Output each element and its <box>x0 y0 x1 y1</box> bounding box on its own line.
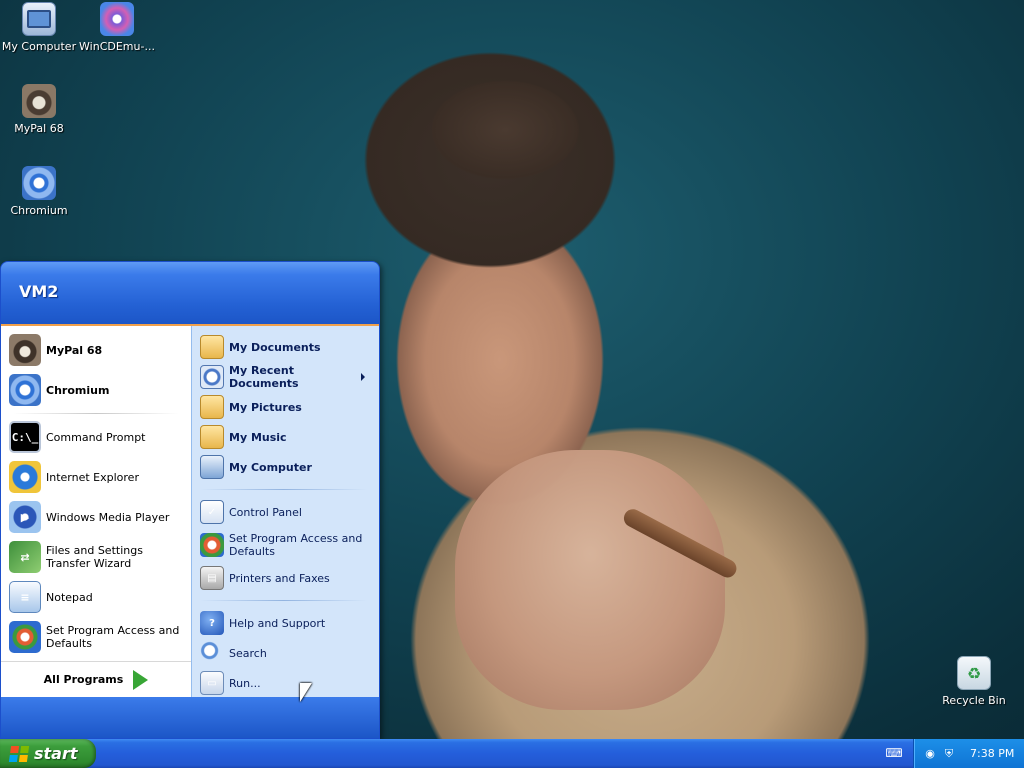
all-programs-button[interactable]: All Programs <box>1 661 191 697</box>
menu-item-label: Files and Settings Transfer Wizard <box>46 544 143 570</box>
start-menu-body: MyPal 68 Chromium C:\_ Command Prompt e … <box>1 326 379 697</box>
system-tray: ◉ ⛨ 7:38 PM <box>913 739 1024 768</box>
folder-documents-icon <box>200 335 224 359</box>
tool-search[interactable]: Search <box>192 638 379 668</box>
windows-logo-icon <box>8 745 30 762</box>
printer-icon: ▤ <box>200 566 224 590</box>
recent-item-program-access[interactable]: Set Program Access and Defaults <box>1 617 191 657</box>
recent-item-internet-explorer[interactable]: e Internet Explorer <box>1 457 191 497</box>
menu-item-label: My Pictures <box>229 400 302 414</box>
control-panel-icon: ✓ <box>200 500 224 524</box>
chromium-icon <box>22 166 56 200</box>
pinned-item-mypal[interactable]: MyPal 68 <box>1 330 191 370</box>
desktop-icon-label: MyPal 68 <box>14 122 64 135</box>
menu-item-label: Chromium <box>46 383 110 397</box>
setting-control-panel[interactable]: ✓ Control Panel <box>192 497 379 527</box>
menu-item-label: MyPal 68 <box>46 343 103 357</box>
start-menu-places: My Documents My Recent Documents My Pict… <box>191 326 379 697</box>
recent-documents-icon <box>200 365 224 389</box>
desktop-icon-recycle-bin[interactable]: Recycle Bin <box>935 656 1013 707</box>
menu-item-label: Windows Media Player <box>46 510 170 524</box>
green-arrow-icon <box>133 669 149 690</box>
place-my-documents[interactable]: My Documents <box>192 332 379 362</box>
desktop-icon-label: WinCDEmu-... <box>79 40 155 53</box>
recycle-bin-icon <box>957 656 991 690</box>
search-icon <box>200 641 224 665</box>
computer-icon <box>22 2 56 36</box>
folder-music-icon <box>200 425 224 449</box>
desktop-icon-my-computer[interactable]: My Computer <box>0 2 78 53</box>
tool-run[interactable]: ▭ Run... <box>192 668 379 698</box>
desktop-icon-chromium[interactable]: Chromium <box>0 166 78 217</box>
taskbar: start <box>0 739 1024 768</box>
chromium-icon <box>9 374 41 406</box>
menu-item-label: Internet Explorer <box>46 470 139 484</box>
raccoon-icon <box>22 84 56 118</box>
run-icon: ▭ <box>200 671 224 695</box>
place-my-recent-documents[interactable]: My Recent Documents <box>192 362 379 392</box>
place-my-pictures[interactable]: My Pictures <box>192 392 379 422</box>
menu-item-label: Command Prompt <box>46 430 146 444</box>
start-menu-header: VM2 <box>1 262 379 326</box>
mouse-cursor-icon <box>300 683 312 702</box>
clock[interactable]: 7:38 PM <box>970 747 1014 760</box>
program-access-icon <box>200 533 224 557</box>
network-icon[interactable]: ◉ <box>922 746 938 762</box>
menu-item-label: Search <box>229 646 267 660</box>
user-name: VM2 <box>19 282 59 301</box>
recent-item-command-prompt[interactable]: C:\_ Command Prompt <box>1 417 191 457</box>
raccoon-icon <box>9 334 41 366</box>
recent-item-notepad[interactable]: ≡ Notepad <box>1 577 191 617</box>
notepad-icon: ≡ <box>9 581 41 613</box>
help-icon: ? <box>200 611 224 635</box>
start-menu: VM2 MyPal 68 Chromium C:\_ Command Promp… <box>0 261 380 739</box>
recent-item-transfer-wizard[interactable]: ⇄ Files and Settings Transfer Wizard <box>1 537 191 577</box>
desktop-icon-label: Chromium <box>10 204 68 217</box>
start-button[interactable]: start <box>0 739 96 768</box>
all-programs-label: All Programs <box>43 673 124 686</box>
menu-item-label: My Documents <box>229 340 321 354</box>
menu-item-label: Printers and Faxes <box>229 571 330 585</box>
media-player-icon: ▶ <box>9 501 41 533</box>
setting-printers-faxes[interactable]: ▤ Printers and Faxes <box>192 563 379 593</box>
disc-icon <box>100 2 134 36</box>
internet-explorer-icon: e <box>9 461 41 493</box>
computer-icon <box>200 455 224 479</box>
start-menu-footer <box>1 697 379 738</box>
start-label: start <box>34 744 78 763</box>
menu-separator <box>13 413 179 414</box>
desktop-icon-label: My Computer <box>1 40 77 53</box>
place-my-computer[interactable]: My Computer <box>192 452 379 482</box>
place-my-music[interactable]: My Music <box>192 422 379 452</box>
pinned-item-chromium[interactable]: Chromium <box>1 370 191 410</box>
menu-separator <box>200 600 367 601</box>
menu-item-label: My Recent Documents <box>229 364 299 390</box>
desktop-icon-label: Recycle Bin <box>942 694 1006 707</box>
folder-pictures-icon <box>200 395 224 419</box>
start-menu-programs: MyPal 68 Chromium C:\_ Command Prompt e … <box>1 326 191 697</box>
menu-item-label: Control Panel <box>229 505 302 519</box>
menu-item-label: Set Program Access and Defaults <box>46 624 180 650</box>
menu-item-label: Run... <box>229 676 261 690</box>
security-icon[interactable]: ⛨ <box>941 746 957 762</box>
desktop-icon-wincdemu[interactable]: WinCDEmu-... <box>78 2 156 53</box>
recent-item-media-player[interactable]: ▶ Windows Media Player <box>1 497 191 537</box>
desktop-icon-mypal[interactable]: MyPal 68 <box>0 84 78 135</box>
setting-program-access[interactable]: Set Program Access and Defaults <box>192 527 379 563</box>
menu-item-label: Set Program Access and Defaults <box>229 532 363 558</box>
menu-separator <box>200 489 367 490</box>
menu-item-label: Help and Support <box>229 616 326 630</box>
keyboard-icon[interactable]: ⌨ <box>885 746 902 760</box>
submenu-arrow-icon <box>361 373 365 381</box>
menu-item-label: My Computer <box>229 460 312 474</box>
command-prompt-icon: C:\_ <box>9 421 41 453</box>
program-access-icon <box>9 621 41 653</box>
transfer-wizard-icon: ⇄ <box>9 541 41 573</box>
menu-item-label: Notepad <box>46 590 93 604</box>
menu-item-label: My Music <box>229 430 287 444</box>
tool-help-support[interactable]: ? Help and Support <box>192 608 379 638</box>
wallpaper-hands <box>455 450 725 710</box>
